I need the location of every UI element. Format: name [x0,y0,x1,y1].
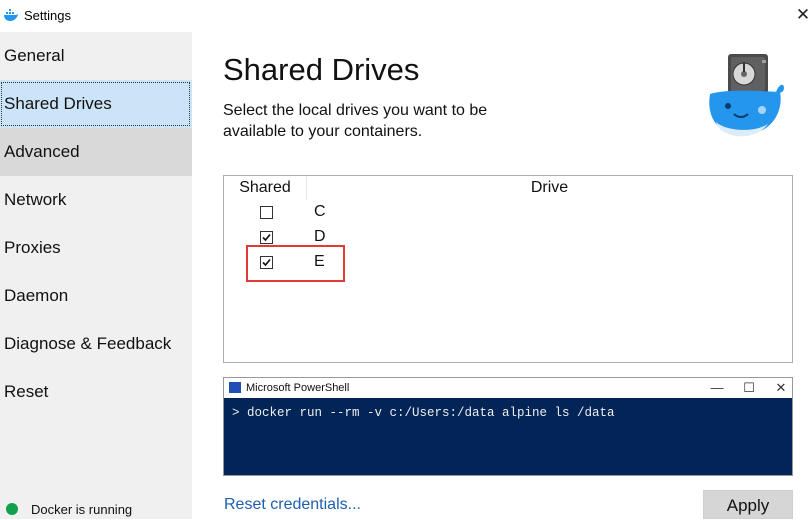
powershell-icon [229,382,241,393]
page-title: Shared Drives [223,52,420,87]
sidebar-item-label: General [4,46,65,65]
drive-letter: C [314,203,326,220]
sidebar-item-general[interactable]: General [0,32,192,80]
drive-letter: D [314,228,326,245]
shared-checkbox-c[interactable] [260,206,273,219]
powershell-title-bar: Microsoft PowerShell — ☐ ✕ [224,378,792,398]
reset-credentials-link[interactable]: Reset credentials... [224,496,361,514]
docker-status: Docker is running [6,502,132,517]
powershell-window: Microsoft PowerShell — ☐ ✕ > docker run … [223,377,793,476]
sidebar-item-shared-drives[interactable]: Shared Drives [0,80,192,128]
page-description: Select the local drives you want to be a… [223,102,488,140]
docker-app-icon [4,9,18,21]
apply-button[interactable]: Apply [703,490,793,519]
sidebar-item-label: Network [4,190,67,209]
checkmark-icon [262,258,271,267]
sidebar-item-label: Diagnose & Feedback [4,334,172,353]
focus-outline [1,82,190,126]
powershell-console[interactable]: > docker run --rm -v c:/Users:/data alpi… [224,398,792,475]
close-icon[interactable]: ✕ [793,4,811,26]
table-row: C [224,201,792,226]
sidebar-item-label: Advanced [4,142,80,161]
sidebar-item-reset[interactable]: Reset [0,368,192,416]
console-command: > docker run --rm -v c:/Users:/data alpi… [232,406,615,420]
shared-drives-table: Shared Drive C D E [223,175,793,363]
docker-whale-drive-icon [709,54,784,137]
status-text: Docker is running [31,502,133,517]
title-bar: Settings ✕ [0,0,811,32]
maximize-icon[interactable]: ☐ [738,378,760,398]
window-title: Settings [24,8,71,23]
status-indicator-icon [6,503,18,515]
shared-checkbox-d[interactable] [260,231,273,244]
sidebar: General Shared Drives Advanced Network P… [0,32,192,519]
sidebar-item-network[interactable]: Network [0,176,192,224]
sidebar-item-proxies[interactable]: Proxies [0,224,192,272]
column-header-shared: Shared [224,176,307,200]
sidebar-item-label: Reset [4,382,49,401]
shared-checkbox-e[interactable] [260,256,273,269]
powershell-title: Microsoft PowerShell [246,382,350,394]
sidebar-item-diagnose-feedback[interactable]: Diagnose & Feedback [0,320,192,368]
checkmark-icon [262,233,271,242]
sidebar-item-label: Daemon [4,286,69,305]
table-row: D [224,226,792,251]
drive-letter: E [314,253,325,270]
close-icon[interactable]: ✕ [770,378,792,398]
sidebar-item-daemon[interactable]: Daemon [0,272,192,320]
minimize-icon[interactable]: — [706,378,728,398]
table-row: E [224,251,792,276]
sidebar-item-advanced[interactable]: Advanced [0,128,192,176]
sidebar-item-label: Proxies [4,238,61,257]
column-header-drive: Drive [530,179,569,196]
